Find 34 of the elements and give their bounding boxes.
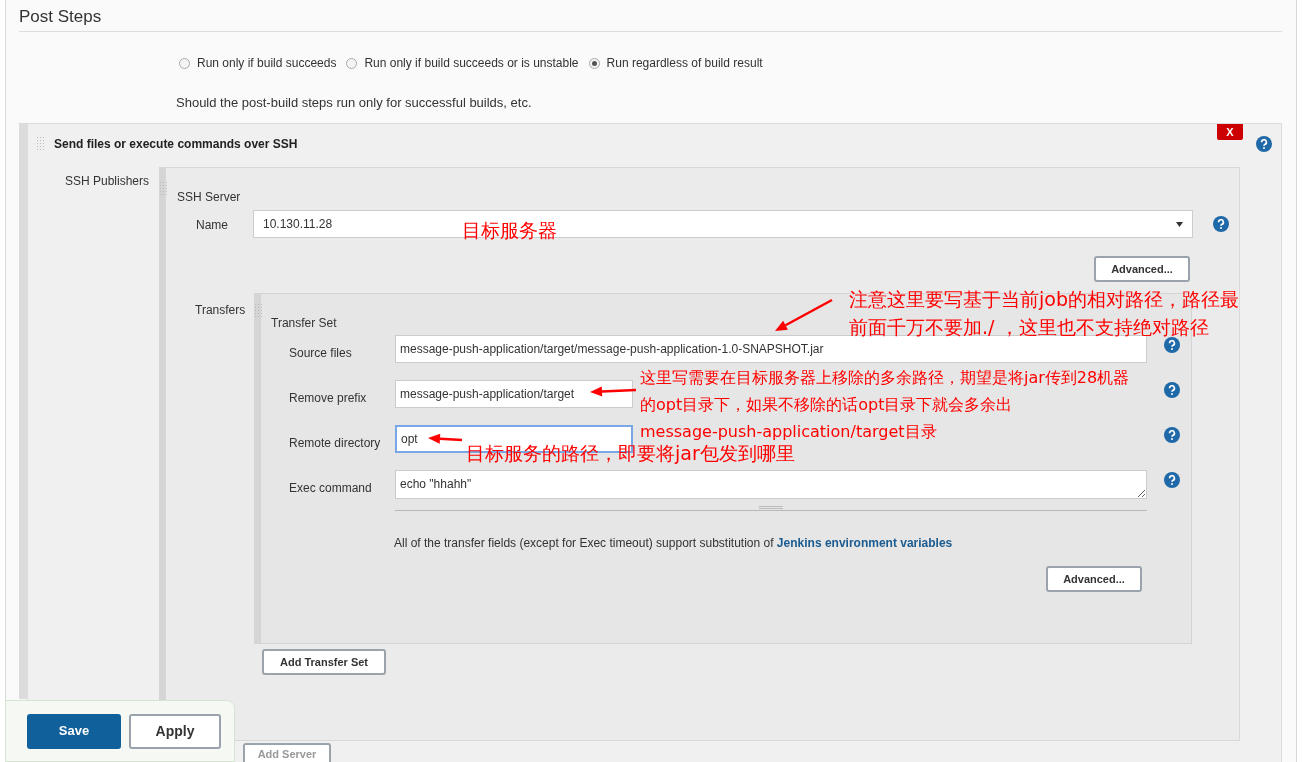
help-icon[interactable]: [1164, 337, 1180, 353]
builder-title: Send files or execute commands over SSH: [54, 136, 298, 153]
help-icon[interactable]: [1164, 472, 1180, 488]
field-label: Remote directory: [289, 436, 381, 450]
apply-button[interactable]: Apply: [129, 713, 221, 749]
help-icon[interactable]: [1213, 216, 1229, 232]
field-label: SSH Publishers: [64, 174, 149, 188]
info-text: All of the transfer fields (except for Exec timeout) support substitution of Jenkins environment variables: [394, 535, 953, 552]
radio-option[interactable]: Run only if build succeeds or is unstable: [346, 54, 579, 72]
help-icon[interactable]: [1256, 136, 1272, 152]
field-label: Name: [196, 218, 228, 232]
add-transfer-set-button[interactable]: Add Transfer Set: [262, 649, 386, 675]
radio-option[interactable]: Run only if build succeeds: [179, 54, 337, 72]
dropdown-caret-icon: [1176, 221, 1183, 227]
command-textarea[interactable]: echo "hhahh": [395, 470, 1147, 499]
radio-option[interactable]: Run regardless of build result: [588, 54, 763, 72]
advanced-button[interactable]: Advanced...: [1046, 566, 1142, 593]
field-label: Source files: [289, 346, 352, 360]
section-title: Post Steps: [19, 0, 1282, 32]
help-icon[interactable]: [1164, 427, 1180, 443]
resize-grip-icon[interactable]: [759, 506, 783, 509]
field-label: Exec command: [289, 481, 372, 495]
field-label: Remove prefix: [289, 391, 367, 405]
input-field[interactable]: message-push-application/target: [395, 380, 633, 408]
save-button[interactable]: Save: [27, 713, 121, 749]
section-label: Transfer Set: [271, 316, 337, 330]
hint-text: Should the post-build steps run only for successful builds, etc.: [176, 94, 532, 112]
link[interactable]: Jenkins environment variables: [776, 536, 953, 550]
advanced-button[interactable]: Advanced...: [1094, 256, 1190, 282]
delete-button[interactable]: X: [1217, 124, 1243, 140]
annotation-text: 这里写需要在目标服务器上移除的多余路径，期望是将jar传到28机器 的opt目录下，如果不移除的话opt目录下就会多余出 message-push-application/target目录: [640, 367, 1130, 443]
field-label: Transfers: [195, 303, 246, 317]
section-label: SSH Server: [177, 190, 241, 204]
help-icon[interactable]: [1164, 382, 1180, 398]
